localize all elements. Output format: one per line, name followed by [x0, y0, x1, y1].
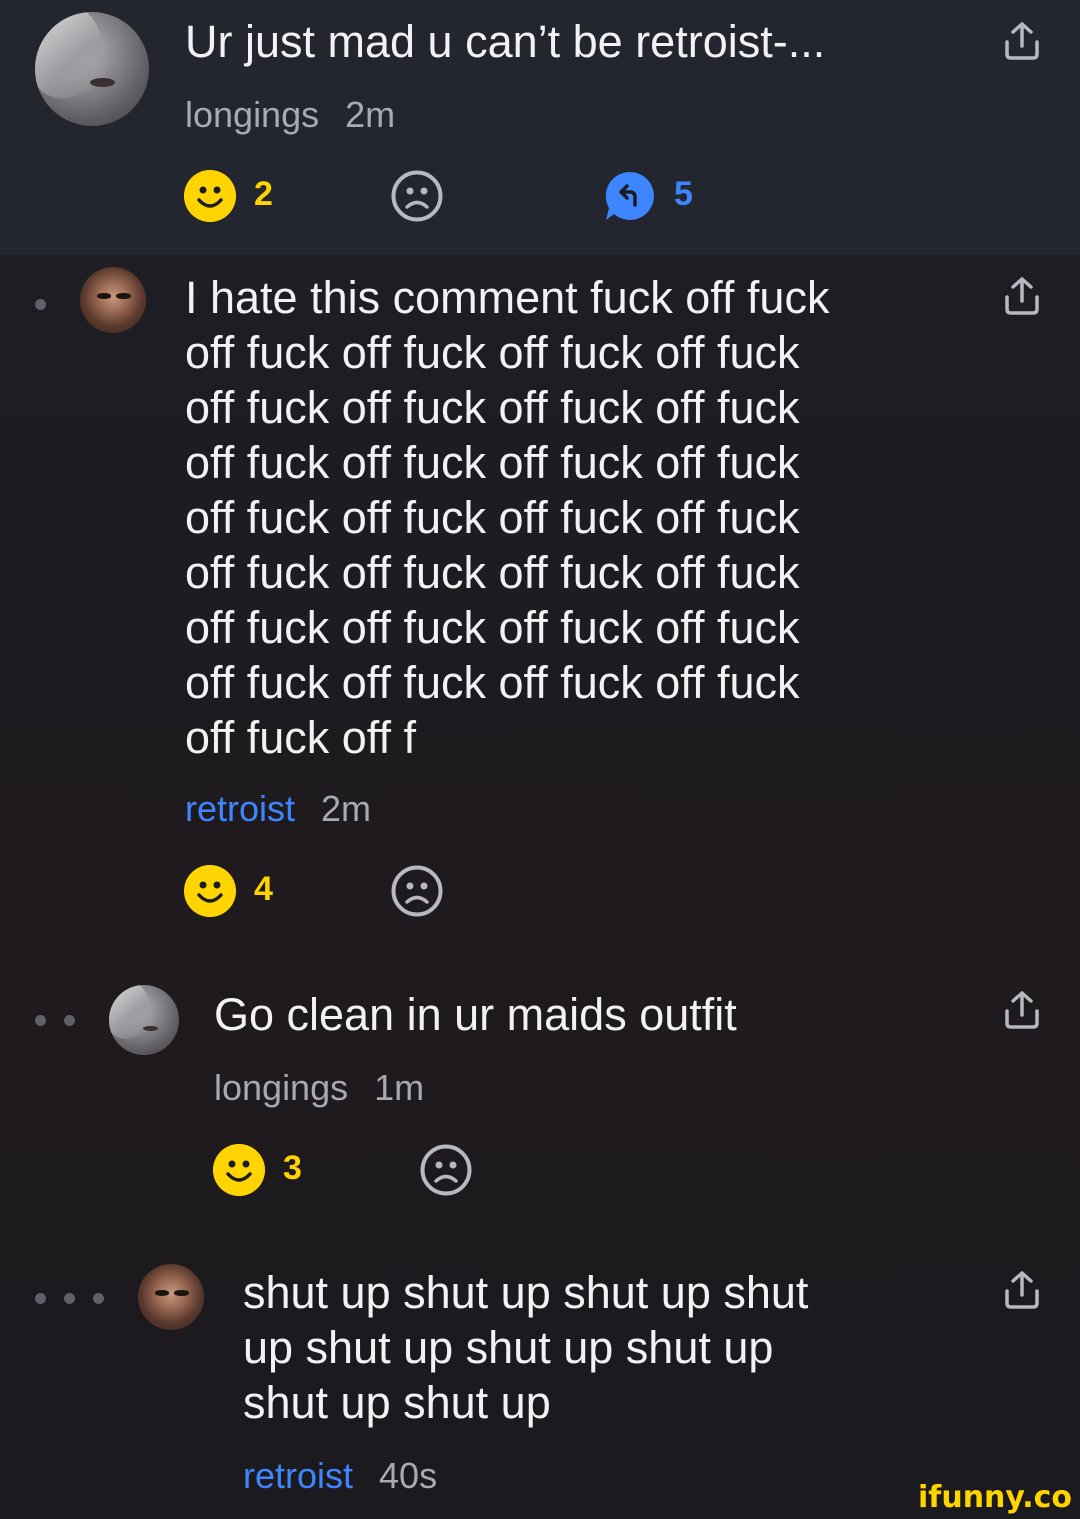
share-icon[interactable] [1002, 275, 1042, 319]
comment-time: 2m [321, 788, 372, 829]
smile-icon[interactable] [184, 170, 236, 222]
smile-count: 4 [254, 870, 273, 908]
comment-username[interactable]: longings [214, 1067, 348, 1108]
frown-icon[interactable] [391, 865, 443, 917]
comment-time: 2m [345, 94, 396, 135]
reply-icon[interactable] [604, 170, 656, 222]
smile-count: 2 [254, 175, 273, 213]
share-icon[interactable] [1002, 20, 1042, 64]
comment-text: shut up shut up shut up shut up shut up … [243, 1267, 809, 1428]
avatar[interactable] [138, 1264, 204, 1330]
smile-icon[interactable] [184, 865, 236, 917]
frown-icon[interactable] [420, 1144, 472, 1196]
avatar[interactable] [35, 12, 149, 126]
watermark-logo: ifunny.co [918, 1480, 1072, 1515]
reply-count: 5 [674, 175, 693, 213]
reaction-row: 3 [213, 1144, 513, 1200]
smile-count: 3 [283, 1149, 302, 1187]
comment-username[interactable]: retroist [243, 1455, 353, 1496]
comment-top: Ur just mad u can’t be retroist-... long… [0, 0, 1080, 255]
share-icon[interactable] [1002, 1269, 1042, 1313]
avatar[interactable] [109, 985, 179, 1055]
comment-username[interactable]: retroist [185, 788, 295, 829]
comment-meta: longings 1m [214, 1067, 424, 1109]
comment-username[interactable]: longings [185, 94, 319, 135]
comment-meta: longings 2m [185, 94, 395, 136]
frown-icon[interactable] [391, 170, 443, 222]
smile-icon[interactable] [213, 1144, 265, 1196]
comment-meta: retroist 40s [243, 1455, 437, 1497]
comment-time: 1m [374, 1067, 425, 1108]
comment-text: Ur just mad u can’t be retroist-... [185, 16, 826, 67]
comment-time: 40s [379, 1455, 438, 1496]
comment-text: I hate this comment fuck off fuck off fu… [185, 272, 830, 763]
avatar[interactable] [80, 267, 146, 333]
reaction-row: 4 [184, 865, 484, 921]
share-icon[interactable] [1002, 989, 1042, 1033]
reply-comment-level-1: I hate this comment fuck off fuck off fu… [0, 255, 1080, 955]
reaction-row: 2 5 [184, 170, 744, 226]
reply-comment-level-2: Go clean in ur maids outfit longings 1m 3 [0, 975, 1080, 1225]
comment-text: Go clean in ur maids outfit [214, 989, 737, 1040]
comment-meta: retroist 2m [185, 788, 371, 830]
